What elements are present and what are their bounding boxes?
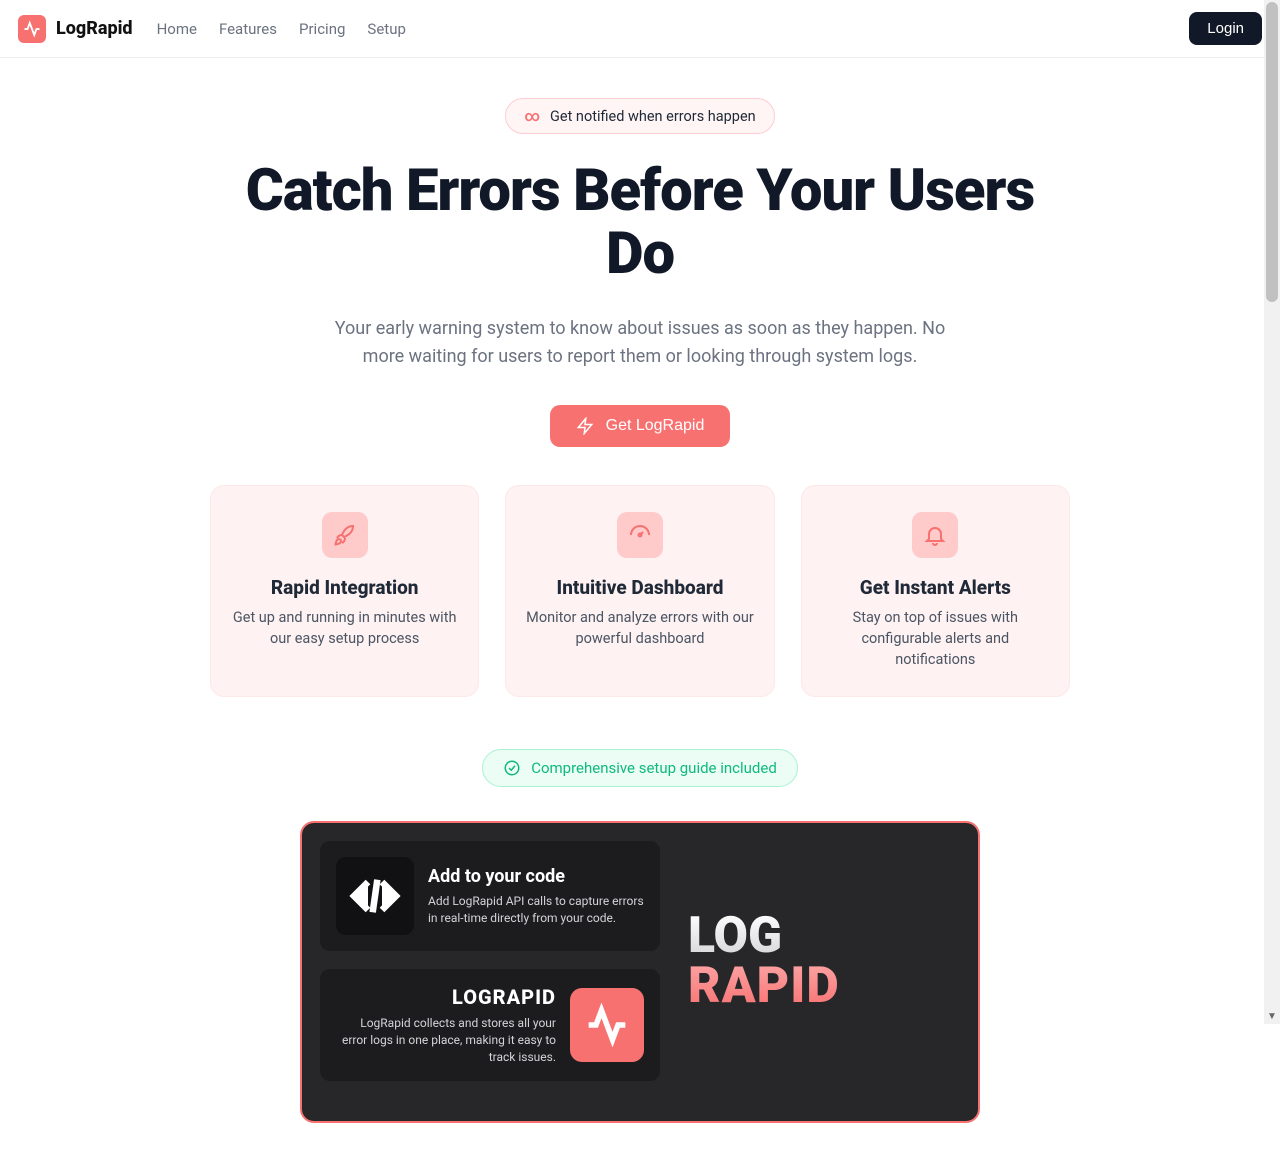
hero-pill-text: Get notified when errors happen — [550, 108, 756, 125]
hero-pill: ∞ Get notified when errors happen — [505, 98, 774, 134]
scrollbar-thumb[interactable] — [1266, 2, 1278, 302]
hero-subtitle: Your early warning system to know about … — [320, 315, 960, 371]
dark-card-desc: LogRapid collects and stores all your er… — [336, 1015, 556, 1065]
nav-left: LogRapid Home Features Pricing Setup — [18, 15, 406, 43]
code-icon — [336, 857, 414, 935]
brand[interactable]: LogRapid — [18, 15, 133, 43]
activity-icon — [570, 988, 644, 1062]
dark-card-code: Add to your code Add LogRapid API calls … — [320, 841, 660, 951]
feature-title: Get Instant Alerts — [820, 576, 1051, 599]
big-title: LOG RAPID — [688, 911, 960, 1011]
nav-link-setup[interactable]: Setup — [367, 20, 405, 38]
dark-panel-left: Add to your code Add LogRapid API calls … — [320, 841, 660, 1081]
feature-desc: Get up and running in minutes with our e… — [229, 607, 460, 649]
feature-desc: Stay on top of issues with configurable … — [820, 607, 1051, 670]
big-title-line2: RAPID — [688, 961, 960, 1011]
login-button[interactable]: Login — [1189, 12, 1262, 45]
infinity-icon: ∞ — [524, 107, 540, 125]
nav-link-home[interactable]: Home — [157, 20, 197, 38]
scrollbar[interactable]: ▼ — [1264, 0, 1280, 1024]
cta-label: Get LogRapid — [606, 417, 705, 435]
hero-title: Catch Errors Before Your Users Do — [210, 160, 1070, 285]
gauge-icon — [617, 512, 663, 558]
dark-card-title: LOGRAPID — [336, 985, 556, 1009]
feature-card: Rapid Integration Get up and running in … — [210, 485, 479, 697]
dark-card-text: Add to your code Add LogRapid API calls … — [428, 866, 644, 927]
dark-preview-panel: Add to your code Add LogRapid API calls … — [300, 821, 980, 1123]
feature-desc: Monitor and analyze errors with our powe… — [524, 607, 755, 649]
nav-links: Home Features Pricing Setup — [157, 20, 406, 38]
bell-icon — [912, 512, 958, 558]
cta-button[interactable]: Get LogRapid — [550, 405, 731, 447]
feature-title: Rapid Integration — [229, 576, 460, 599]
check-circle-icon — [503, 759, 521, 777]
dark-card-title: Add to your code — [428, 866, 644, 887]
scroll-down-icon[interactable]: ▼ — [1267, 1011, 1277, 1022]
hero-section: ∞ Get notified when errors happen Catch … — [190, 98, 1090, 447]
feature-cards: Rapid Integration Get up and running in … — [190, 485, 1090, 697]
nav-link-features[interactable]: Features — [219, 20, 277, 38]
green-pill: Comprehensive setup guide included — [482, 749, 798, 787]
dark-card-logo: LOGRAPID LogRapid collects and stores al… — [320, 969, 660, 1081]
dark-panel-right: LOG RAPID — [678, 841, 960, 1081]
rocket-icon — [322, 512, 368, 558]
bolt-icon — [576, 417, 594, 435]
brand-name: LogRapid — [56, 18, 133, 39]
dark-card-text: LOGRAPID LogRapid collects and stores al… — [336, 985, 556, 1065]
feature-title: Intuitive Dashboard — [524, 576, 755, 599]
nav-link-pricing[interactable]: Pricing — [299, 20, 345, 38]
brand-logo-icon — [18, 15, 46, 43]
green-pill-section: Comprehensive setup guide included — [0, 749, 1280, 787]
green-pill-text: Comprehensive setup guide included — [531, 759, 777, 777]
big-title-line1: LOG — [688, 911, 960, 961]
top-nav: LogRapid Home Features Pricing Setup Log… — [0, 0, 1280, 58]
dark-card-desc: Add LogRapid API calls to capture errors… — [428, 893, 644, 927]
feature-card: Intuitive Dashboard Monitor and analyze … — [505, 485, 774, 697]
feature-card: Get Instant Alerts Stay on top of issues… — [801, 485, 1070, 697]
